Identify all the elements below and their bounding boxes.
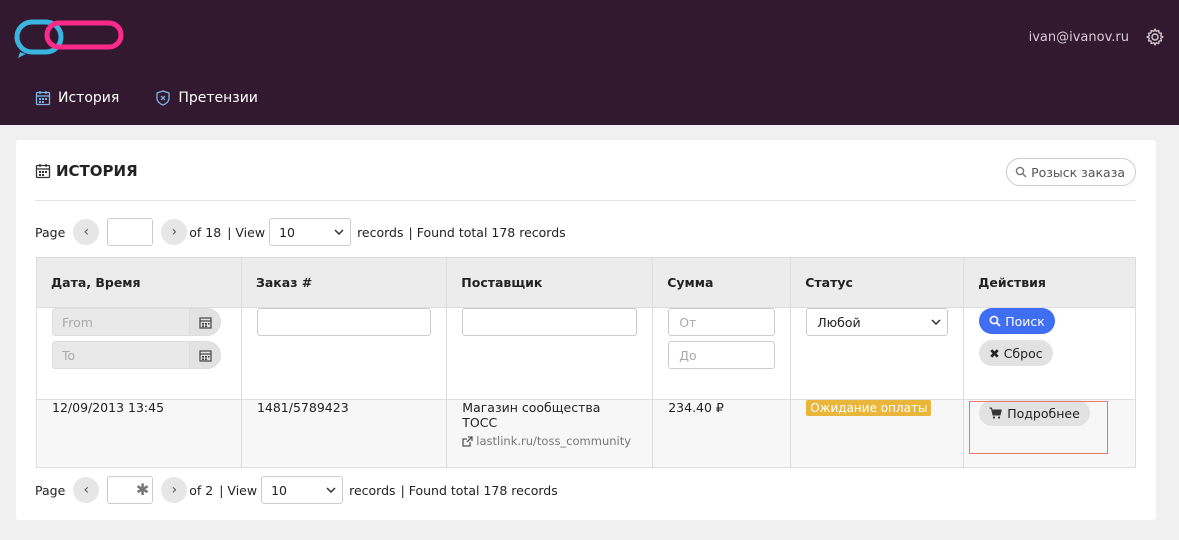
top-bar: ivan@ivanov.ru История Претензии [0,0,1179,125]
external-link-icon [462,435,473,447]
status-badge: Ожидание оплаты [806,400,932,416]
chevron-right-icon: › [171,482,178,498]
filter-row: From To От До Любой Поиск ✖ Сброс [36,307,1136,400]
date-to-field[interactable]: To [52,341,221,369]
calendar-icon [35,91,51,106]
pager-of-label: of 18 [189,224,222,240]
supplier-name: Магазин сообщества ТОСС [462,400,601,430]
brand-logo[interactable] [14,18,126,60]
prev-page-button[interactable]: ‹ [73,477,100,503]
column-header-supplier[interactable]: Поставщик [446,257,654,308]
chevron-left-icon: ‹ [83,482,90,498]
pager-records-label: records [349,482,396,498]
sum-from-input[interactable]: От [668,308,776,336]
close-icon: ✖ [989,345,1000,361]
nav-item-claims[interactable]: Претензии [155,90,258,106]
pager-top: Page ‹ › of 18 | View 10 records | Found… [35,218,566,246]
date-from-field[interactable]: From [52,308,221,336]
page-number-input[interactable] [107,218,154,246]
search-order-label: Розыск заказа [1031,164,1125,180]
sum-to-input[interactable]: До [668,341,776,369]
status-select[interactable]: Любой [806,308,949,336]
cell-status: Ожидание оплаты [790,399,965,468]
pager-view-label: | View [227,224,266,240]
records-per-page-select[interactable]: 10 [261,476,344,504]
column-header-sum[interactable]: Сумма [652,257,792,308]
supplier-link[interactable]: lastlink.ru/toss_community [462,434,637,448]
search-icon [1015,166,1027,178]
calendar-icon [35,164,51,179]
pager-records-label: records [357,224,404,240]
column-header-status[interactable]: Статус [790,257,965,308]
nav-item-label: Претензии [178,90,258,106]
column-header-order[interactable]: Заказ # [240,257,448,308]
history-card: ИСТОРИЯ Розыск заказа Page ‹ › of 18 | V… [16,140,1156,520]
nav-item-label: История [58,90,120,106]
pager-of-label: of 2 [189,482,214,498]
page-number-input[interactable]: ✱ [107,476,154,504]
next-page-button[interactable]: › [161,477,188,503]
chevron-down-icon [334,229,344,235]
gear-icon[interactable] [1145,27,1165,47]
pager-page-label: Page [35,482,66,498]
pager-found-label: | Found total 178 records [400,482,558,498]
highlight-box [969,401,1108,454]
column-header-actions: Действия [963,257,1136,308]
date-from-input[interactable]: From [52,308,189,336]
pager-page-label: Page [35,224,66,240]
cell-datetime: 12/09/2013 13:45 [36,399,242,468]
reset-button[interactable]: ✖ Сброс [979,340,1053,366]
main-nav: История Претензии [35,90,294,106]
table-header-row: Дата, Время Заказ # Поставщик Сумма Стат… [36,257,1136,308]
chevron-right-icon: › [171,224,178,240]
chevron-left-icon: ‹ [83,224,90,240]
divider [35,200,1136,201]
calendar-icon[interactable] [189,308,221,336]
cell-sum: 234.40 ₽ [652,399,792,468]
search-order-button[interactable]: Розыск заказа [1006,158,1136,186]
calendar-icon[interactable] [189,341,221,369]
user-email[interactable]: ivan@ivanov.ru [1029,30,1129,45]
next-page-button[interactable]: › [161,219,188,245]
shield-icon [156,90,170,106]
pager-bottom: Page ‹ ✱ › of 2 | View 10 records | Foun… [35,476,558,504]
records-per-page-select[interactable]: 10 [269,218,352,246]
cell-order: 1481/5789423 [240,399,448,468]
asterisk-icon: ✱ [135,480,150,499]
page-title: ИСТОРИЯ [35,162,138,180]
chevron-down-icon [326,487,336,493]
pager-found-label: | Found total 178 records [408,224,566,240]
chevron-down-icon [931,319,941,325]
page-title-text: ИСТОРИЯ [56,162,138,180]
search-button[interactable]: Поиск [979,308,1055,334]
column-header-datetime[interactable]: Дата, Время [36,257,242,308]
supplier-filter-input[interactable] [462,308,638,336]
pager-view-label: | View [219,482,258,498]
cell-supplier: Магазин сообщества ТОСС lastlink.ru/toss… [446,399,654,468]
order-filter-input[interactable] [256,308,432,336]
date-to-input[interactable]: To [52,341,189,369]
prev-page-button[interactable]: ‹ [73,219,100,245]
nav-item-history[interactable]: История [35,90,119,106]
search-icon [989,315,1001,327]
